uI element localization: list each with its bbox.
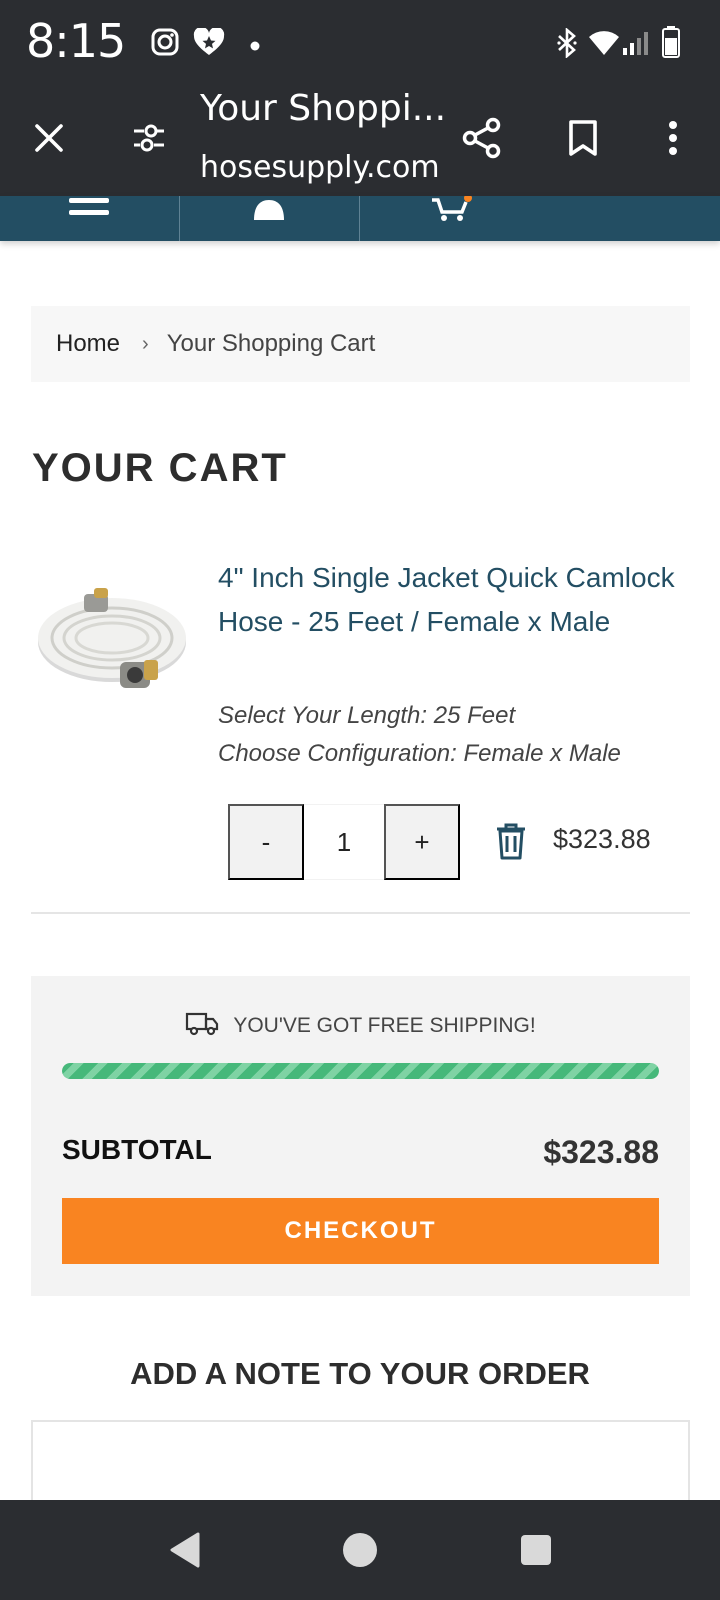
battery-icon — [662, 26, 680, 63]
product-name-link[interactable]: 4" Inch Single Jacket Quick Camlock Hose… — [218, 556, 678, 644]
free-shipping-text: YOU'VE GOT FREE SHIPPING! — [233, 1014, 536, 1037]
nav-divider — [179, 196, 180, 241]
menu-icon[interactable] — [68, 196, 110, 225]
account-icon[interactable] — [252, 196, 286, 227]
tune-icon[interactable] — [121, 110, 177, 166]
breadcrumb: Home › Your Shopping Cart — [31, 306, 690, 382]
bookmark-icon[interactable] — [555, 110, 611, 166]
home-icon[interactable] — [342, 1532, 378, 1573]
quantity-stepper: - 1 + — [228, 804, 460, 880]
system-nav-bar — [0, 1500, 720, 1600]
bluetooth-icon — [556, 27, 578, 63]
breadcrumb-home-link[interactable]: Home — [56, 330, 120, 358]
site-nav-bar — [0, 194, 720, 241]
heart-badge-icon — [193, 26, 225, 61]
breadcrumb-current: Your Shopping Cart — [166, 330, 376, 357]
cart-summary: YOU'VE GOT FREE SHIPPING! SUBTOTAL $323.… — [31, 976, 690, 1296]
back-icon[interactable] — [168, 1532, 202, 1573]
checkout-button[interactable]: CHECKOUT — [62, 1198, 659, 1264]
instagram-icon — [151, 28, 179, 61]
signal-icon — [622, 30, 652, 61]
line-item-price: $323.88 — [553, 824, 651, 854]
more-vert-icon[interactable] — [645, 110, 701, 166]
product-image[interactable] — [32, 580, 197, 700]
page-title: YOUR CART — [32, 446, 288, 490]
page-title-tab: Your Shoppi... — [200, 88, 447, 129]
url-text: hosesupply.com — [200, 150, 440, 185]
shipping-progress-bar — [62, 1063, 659, 1079]
breadcrumb-separator: › — [142, 332, 149, 355]
close-icon[interactable] — [21, 110, 77, 166]
shipping-progress-fill — [62, 1063, 659, 1079]
truck-icon — [185, 1010, 233, 1042]
trash-icon[interactable] — [496, 822, 526, 865]
qty-decrease-button[interactable]: - — [228, 804, 304, 880]
status-time: 8:15 — [26, 14, 126, 68]
status-bar: 8:15 — [0, 0, 720, 88]
divider — [31, 912, 690, 914]
dot-icon — [250, 38, 260, 56]
browser-toolbar: Your Shoppi... hosesupply.com — [0, 88, 720, 196]
variant-configuration: Choose Configuration: Female x Male — [218, 740, 621, 767]
qty-increase-button[interactable]: + — [384, 804, 460, 880]
cart-icon[interactable] — [430, 194, 474, 227]
variant-length: Select Your Length: 25 Feet — [218, 702, 516, 729]
free-shipping-message: YOU'VE GOT FREE SHIPPING! — [31, 1010, 690, 1042]
recents-icon[interactable] — [520, 1534, 552, 1571]
subtotal-value: $323.88 — [543, 1134, 659, 1170]
nav-divider — [359, 196, 360, 241]
order-note-heading: ADD A NOTE TO YOUR ORDER — [130, 1356, 590, 1391]
wifi-icon — [588, 30, 620, 61]
share-icon[interactable] — [454, 110, 510, 166]
qty-input[interactable]: 1 — [304, 804, 384, 880]
subtotal-label: SUBTOTAL — [62, 1134, 212, 1165]
